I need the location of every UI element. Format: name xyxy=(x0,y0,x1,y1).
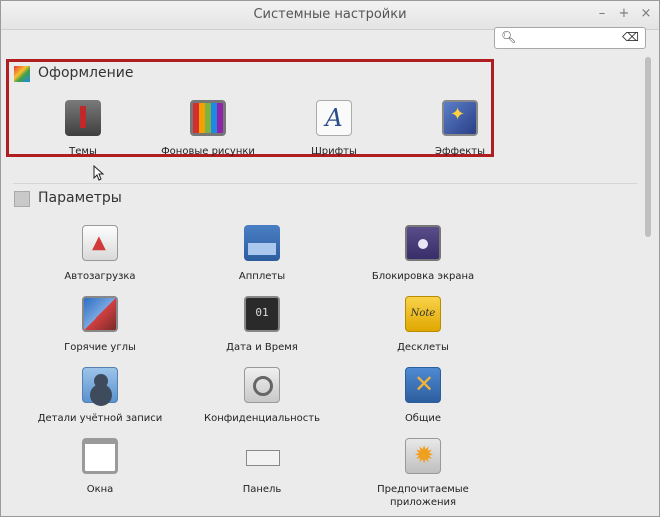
item-account-details[interactable]: Детали учётной записи xyxy=(35,367,165,425)
item-startup[interactable]: Автозагрузка xyxy=(35,225,165,283)
search-box[interactable]: 🔍︎ ⌫ xyxy=(494,27,646,49)
maximize-button[interactable]: + xyxy=(615,5,633,23)
item-label: Десклеты xyxy=(397,342,449,353)
lock-icon xyxy=(405,225,441,261)
privacy-icon xyxy=(244,367,280,403)
item-label: Шрифты xyxy=(311,146,357,157)
item-label: Панель xyxy=(242,484,282,495)
item-label: Дата и Время xyxy=(226,342,298,353)
item-general[interactable]: Общие xyxy=(358,367,488,425)
preferences-icon xyxy=(14,191,30,207)
item-hot-corners[interactable]: Горячие углы xyxy=(35,296,165,354)
effects-icon xyxy=(442,100,478,136)
themes-icon xyxy=(65,100,101,136)
window-title: Системные настройки xyxy=(253,7,407,22)
startup-icon xyxy=(82,225,118,261)
item-desklets[interactable]: Note Десклеты xyxy=(358,296,488,354)
item-label: Предпочитаемые приложения xyxy=(377,484,469,508)
item-label: Окна xyxy=(86,484,114,495)
item-label: Конфиденциальность xyxy=(203,413,320,424)
item-screen-lock[interactable]: Блокировка экрана xyxy=(358,225,488,283)
title-bar[interactable]: Системные настройки – + × xyxy=(1,1,659,30)
item-panel[interactable]: Панель xyxy=(197,438,327,496)
mouse-cursor-icon xyxy=(93,165,105,181)
item-preferred-apps[interactable]: Предпочитаемые приложения xyxy=(358,438,488,509)
item-label: Блокировка экрана xyxy=(371,271,475,282)
tools-icon xyxy=(405,367,441,403)
backgrounds-icon xyxy=(190,100,226,136)
settings-content: Оформление Темы Фоновые рисунки A Шрифты… xyxy=(1,53,659,516)
item-windows[interactable]: Окна xyxy=(35,438,165,496)
item-label: Общие xyxy=(404,413,442,424)
item-label: Детали учётной записи xyxy=(37,413,163,424)
calendar-icon: 01 xyxy=(244,296,280,332)
item-label: Темы xyxy=(69,146,97,157)
item-fonts[interactable]: A Шрифты xyxy=(269,100,399,158)
item-applets[interactable]: Апплеты xyxy=(197,225,327,283)
item-label: Горячие углы xyxy=(64,342,136,353)
user-icon xyxy=(82,367,118,403)
search-input[interactable] xyxy=(519,30,619,44)
desklets-icon: Note xyxy=(405,296,441,332)
panel-icon xyxy=(244,438,280,474)
item-backgrounds[interactable]: Фоновые рисунки xyxy=(143,100,273,158)
appearance-heading: Оформление xyxy=(38,65,134,81)
window-icon xyxy=(82,438,118,474)
clear-icon[interactable]: ⌫ xyxy=(622,30,639,44)
section-divider xyxy=(13,183,637,184)
preferred-apps-icon xyxy=(405,438,441,474)
appearance-icon xyxy=(14,66,30,82)
settings-window: Системные настройки – + × 🔍︎ ⌫ Оформлени… xyxy=(0,0,660,517)
hot-corners-icon xyxy=(82,296,118,332)
item-privacy[interactable]: Конфиденциальность xyxy=(197,367,327,425)
item-label: Автозагрузка xyxy=(64,271,136,282)
close-button[interactable]: × xyxy=(637,5,655,23)
item-label: Фоновые рисунки xyxy=(161,146,255,157)
item-effects[interactable]: Эффекты xyxy=(395,100,525,158)
item-date-time[interactable]: 01 Дата и Время xyxy=(197,296,327,354)
item-label: Апплеты xyxy=(238,271,286,282)
minimize-button[interactable]: – xyxy=(593,5,611,23)
applets-icon xyxy=(244,225,280,261)
preferences-heading: Параметры xyxy=(38,190,122,206)
scrollbar[interactable] xyxy=(645,57,651,237)
fonts-icon: A xyxy=(316,100,352,136)
item-themes[interactable]: Темы xyxy=(18,100,148,158)
search-icon: 🔍︎ xyxy=(501,30,517,44)
item-label: Эффекты xyxy=(435,146,485,157)
